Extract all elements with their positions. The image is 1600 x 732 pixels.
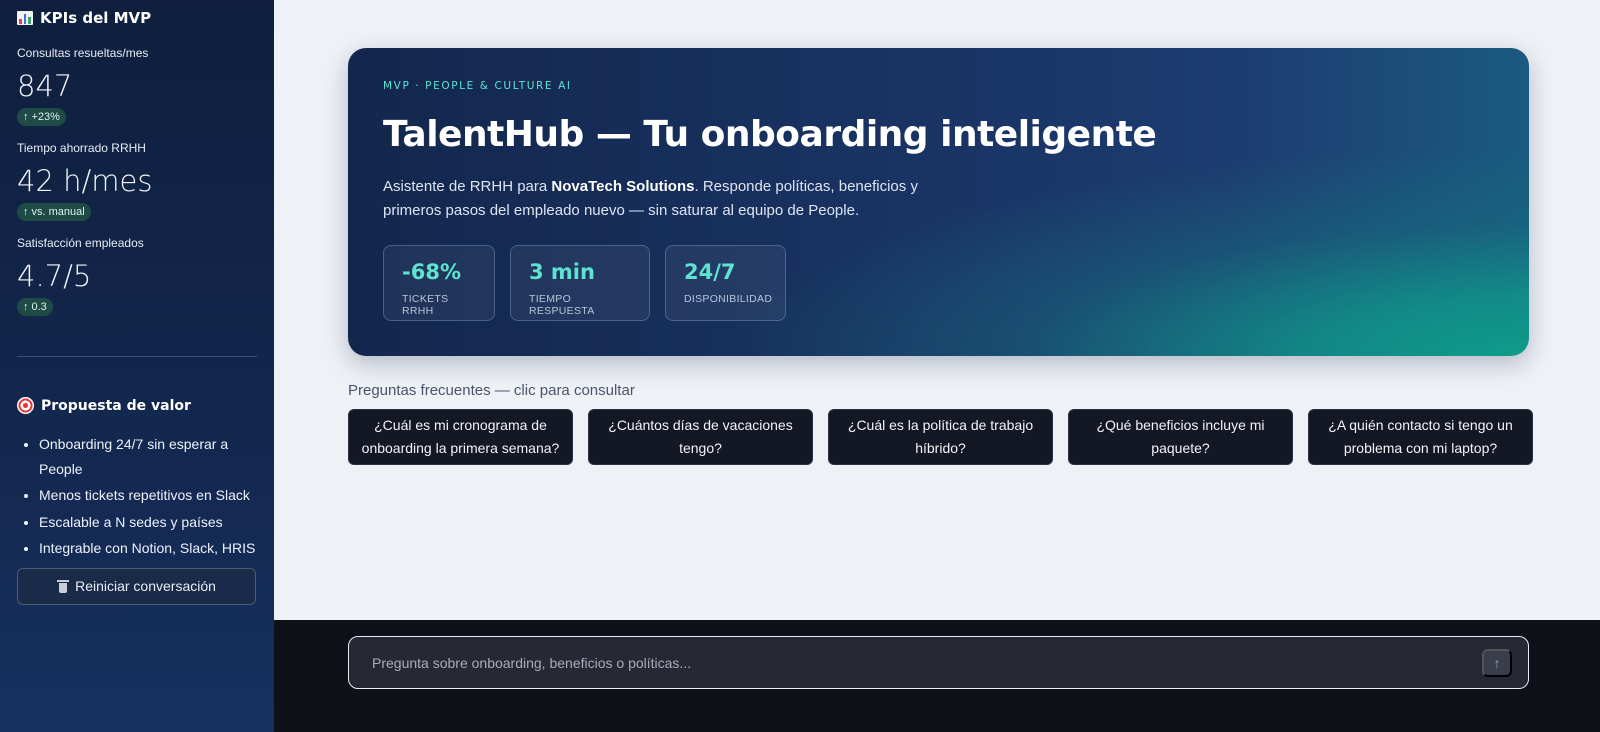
faq-button[interactable]: ¿Qué beneficios incluye mi paquete? xyxy=(1068,409,1293,465)
value-prop-title: Propuesta de valor xyxy=(41,397,191,414)
value-prop-list: Onboarding 24/7 sin esperar a People Men… xyxy=(17,432,257,561)
faq-title: Preguntas frecuentes — clic para consult… xyxy=(348,382,635,399)
sidebar: KPIs del MVP Consultas resueltas/mes 847… xyxy=(0,0,274,732)
stat-value: 24/7 xyxy=(684,260,736,284)
value-prop-header: Propuesta de valor xyxy=(17,397,257,414)
value-prop-item: Integrable con Notion, Slack, HRIS xyxy=(39,536,257,561)
stat-label: TICKETS RRHH xyxy=(402,293,449,317)
kpi-item: Consultas resueltas/mes 847 ↑ +23% xyxy=(17,46,257,126)
kpis-title: KPIs del MVP xyxy=(40,9,152,27)
hero-kicker: MVP · PEOPLE & CULTURE AI xyxy=(383,80,572,92)
hero-description: Asistente de RRHH para NovaTech Solution… xyxy=(383,175,923,223)
stat-label: DISPONIBILIDAD xyxy=(684,293,773,305)
value-prop-item: Onboarding 24/7 sin esperar a People xyxy=(39,432,257,481)
company-name: NovaTech Solutions xyxy=(551,178,695,195)
kpi-label: Satisfacción empleados xyxy=(17,236,144,250)
page-title: TalentHub — Tu onboarding inteligente xyxy=(383,114,1157,155)
kpi-item: Tiempo ahorrado RRHH 42 h/mes ↑ vs. manu… xyxy=(17,141,257,221)
faq-buttons: ¿Cuál es mi cronograma de onboarding la … xyxy=(348,409,1533,465)
faq-button[interactable]: ¿Cuál es la política de trabajo híbrido? xyxy=(828,409,1053,465)
value-prop-item: Menos tickets repetitivos en Slack xyxy=(39,483,257,508)
arrow-up-icon: ↑ xyxy=(23,111,29,123)
bar-chart-icon xyxy=(17,11,33,25)
kpi-value: 847 xyxy=(17,69,73,103)
kpis-header: KPIs del MVP xyxy=(17,9,257,27)
chat-input[interactable] xyxy=(372,654,1482,671)
kpi-value: 4.7/5 xyxy=(17,259,92,293)
chat-input-bar: ↑ xyxy=(274,620,1600,732)
kpi-value: 42 h/mes xyxy=(17,164,153,198)
target-icon xyxy=(17,397,34,414)
kpi-delta-badge: ↑ +23% xyxy=(17,108,66,126)
reset-conversation-label: Reiniciar conversación xyxy=(75,578,216,594)
kpi-label: Tiempo ahorrado RRHH xyxy=(17,141,146,155)
main-content: MVP · PEOPLE & CULTURE AI TalentHub — Tu… xyxy=(274,0,1600,620)
reset-conversation-button[interactable]: Reiniciar conversación xyxy=(17,567,256,605)
kpi-label: Consultas resueltas/mes xyxy=(17,46,149,60)
arrow-up-icon: ↑ xyxy=(1493,654,1501,671)
arrow-up-icon: ↑ xyxy=(23,206,29,218)
kpi-item: Satisfacción empleados 4.7/5 ↑ 0.3 xyxy=(17,236,257,316)
kpi-delta-badge: ↑ vs. manual xyxy=(17,203,91,221)
faq-button[interactable]: ¿Cuál es mi cronograma de onboarding la … xyxy=(348,409,573,465)
stat-value: -68% xyxy=(402,260,461,284)
trash-icon xyxy=(57,579,70,593)
faq-button[interactable]: ¿A quién contacto si tengo un problema c… xyxy=(1308,409,1533,465)
kpi-list: Consultas resueltas/mes 847 ↑ +23% Tiemp… xyxy=(17,46,257,316)
kpi-delta-text: vs. manual xyxy=(31,206,85,218)
kpi-delta-badge: ↑ 0.3 xyxy=(17,298,53,316)
kpi-delta-text: 0.3 xyxy=(31,301,47,313)
sidebar-divider xyxy=(17,356,257,357)
faq-button[interactable]: ¿Cuántos días de vacaciones tengo? xyxy=(588,409,813,465)
arrow-up-icon: ↑ xyxy=(23,301,29,313)
chat-input-container: ↑ xyxy=(348,636,1529,689)
value-prop-item: Escalable a N sedes y países xyxy=(39,510,257,535)
hero-banner: MVP · PEOPLE & CULTURE AI TalentHub — Tu… xyxy=(348,48,1529,356)
stat-label: TIEMPO RESPUESTA xyxy=(529,293,595,317)
stat-card: 3 min TIEMPO RESPUESTA xyxy=(510,245,650,321)
hero-stats: -68% TICKETS RRHH 3 min TIEMPO RESPUESTA… xyxy=(383,245,1494,321)
hero-desc-prefix: Asistente de RRHH para xyxy=(383,178,552,195)
stat-card: -68% TICKETS RRHH xyxy=(383,245,495,321)
kpi-delta-text: +23% xyxy=(31,111,60,123)
send-button[interactable]: ↑ xyxy=(1482,648,1512,677)
stat-card: 24/7 DISPONIBILIDAD xyxy=(665,245,786,321)
stat-value: 3 min xyxy=(529,260,595,284)
